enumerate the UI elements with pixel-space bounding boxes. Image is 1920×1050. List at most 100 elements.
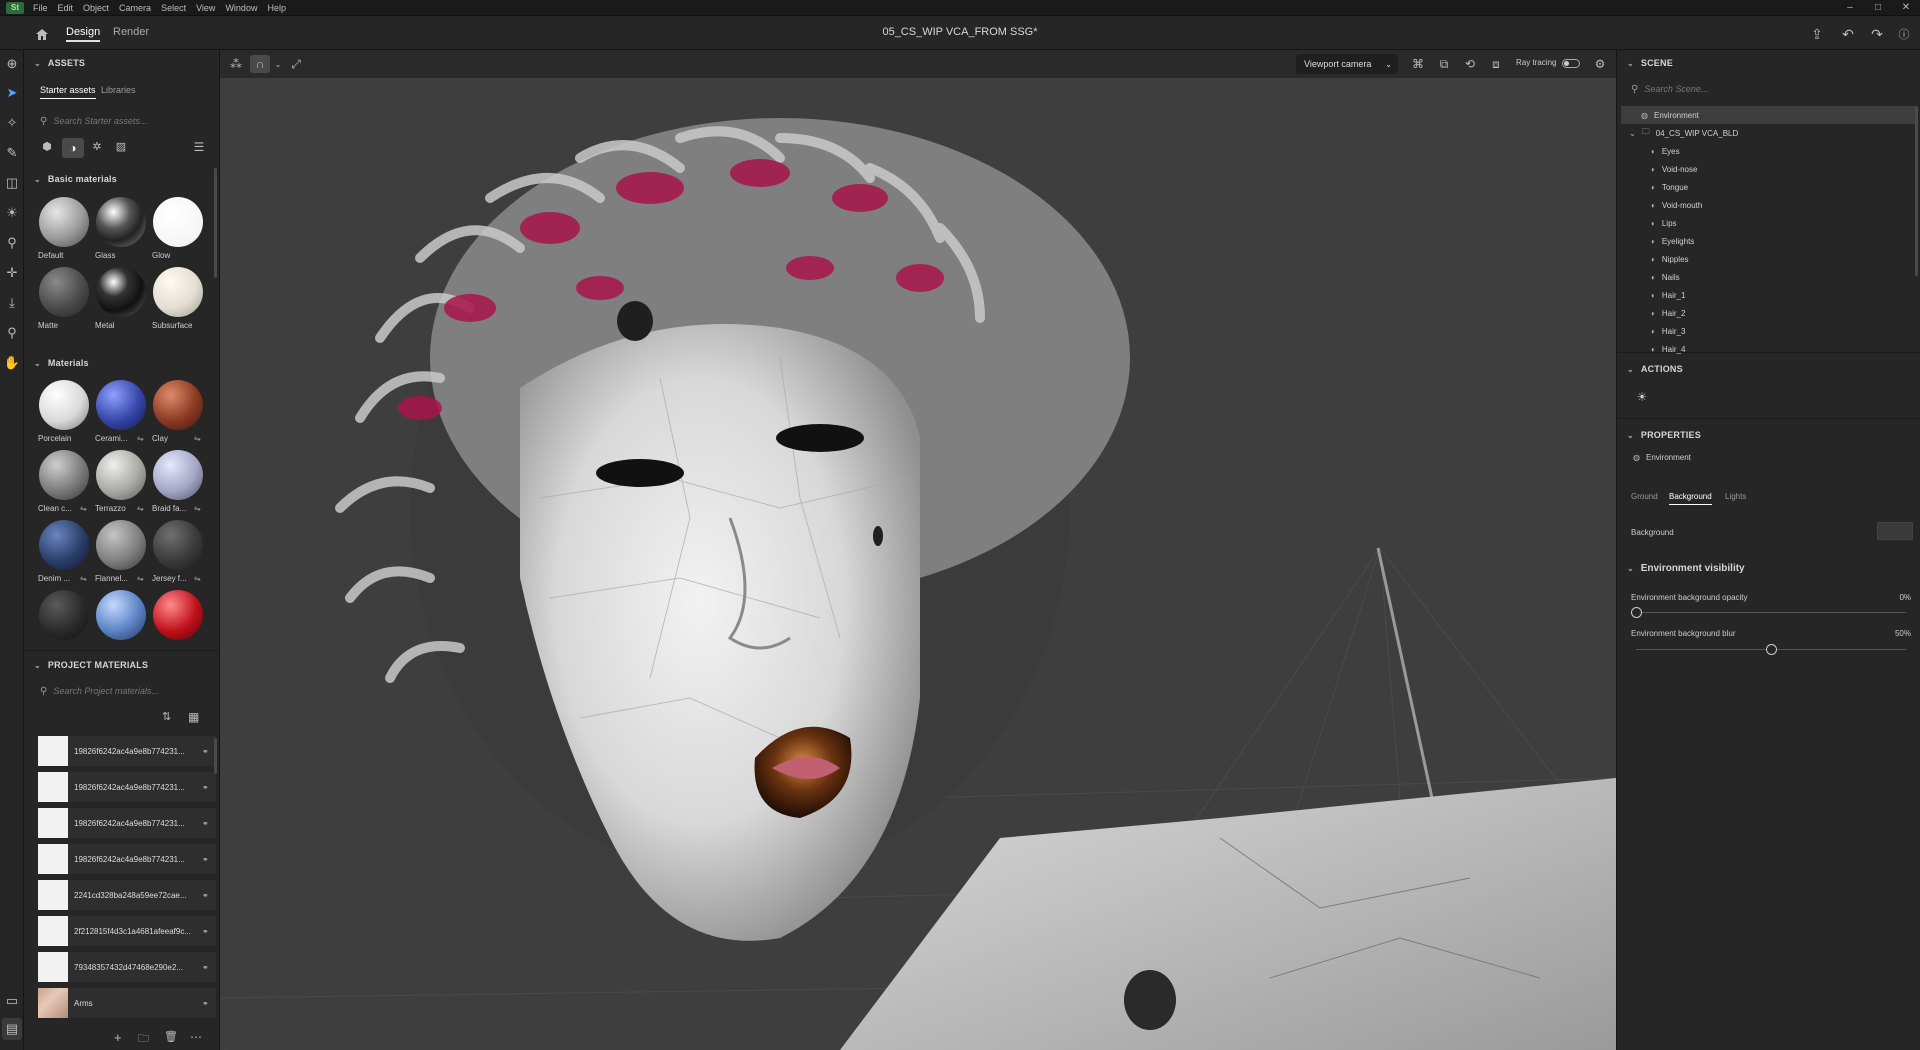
material-swatch[interactable] — [93, 588, 149, 656]
visibility-icon[interactable]: ◐ — [1651, 147, 1656, 156]
material-swatch[interactable]: Braid fa... ⇋ — [150, 448, 206, 516]
assets-header[interactable]: ⌄ ASSETS — [34, 58, 85, 68]
viewport-camera-select[interactable]: Viewport camera ⌄ — [1296, 54, 1398, 74]
tree-item-object[interactable]: ◐ Eyelights — [1651, 232, 1901, 250]
material-swatch[interactable]: Default — [36, 195, 92, 263]
redo-icon[interactable]: ↷ — [1866, 24, 1888, 44]
visibility-icon[interactable]: ◐ — [1651, 327, 1656, 336]
viewport-settings-icon[interactable]: ⚙ — [1590, 55, 1610, 73]
visibility-icon[interactable]: ◐ — [1651, 255, 1656, 264]
list-view-icon[interactable]: ☰ — [190, 140, 208, 158]
tree-item-object[interactable]: ◐ Nails — [1651, 268, 1901, 286]
visibility-icon[interactable]: ◐ — [1651, 183, 1656, 192]
tree-item-object[interactable]: ◐ Void-nose — [1651, 160, 1901, 178]
material-swatch[interactable]: Flannel... ⇋ — [93, 518, 149, 586]
blur-slider-knob[interactable] — [1766, 644, 1777, 655]
menu-view[interactable]: View — [191, 3, 220, 13]
snap-points-icon[interactable]: ⁂ — [226, 55, 246, 73]
add-icon[interactable]: ⊕ — [2, 53, 22, 75]
link-icon[interactable]: ⚭ — [202, 963, 216, 972]
home-icon[interactable] — [28, 24, 56, 44]
frame-icon[interactable]: ⧉ — [1434, 55, 1454, 73]
folder-icon[interactable]: 🗀 — [138, 1030, 149, 1049]
add-material-icon[interactable]: + — [114, 1030, 122, 1045]
render-preview-icon[interactable]: ⧈ — [1486, 55, 1506, 73]
images-filter-icon[interactable]: ▨ — [112, 140, 130, 158]
project-material-row[interactable]: 2241cd328ba248a59ee72cae... ⚭ — [38, 880, 216, 910]
menu-window[interactable]: Window — [220, 3, 262, 13]
sort-icon[interactable]: ⇅ — [162, 710, 171, 723]
material-swatch[interactable]: Clean c... ⇋ — [36, 448, 92, 516]
project-material-row[interactable]: 2f212815f4d3c1a4681afeeaf9c... ⚭ — [38, 916, 216, 946]
link-icon[interactable]: ⚭ — [202, 819, 216, 828]
scene-search[interactable]: ⚲ Search Scene... — [1631, 80, 1911, 98]
lights-filter-icon[interactable]: ✲ — [88, 140, 106, 158]
scene-header[interactable]: ⌄ SCENE — [1627, 58, 1673, 68]
material-swatch[interactable]: Glass — [93, 195, 149, 263]
menu-help[interactable]: Help — [262, 3, 291, 13]
minimize-icon[interactable]: – — [1836, 2, 1864, 13]
tree-item-group[interactable]: ⌄ 🗀 04_CS_WIP VCA_BLD — [1629, 124, 1909, 142]
sampler-icon[interactable]: ⚲ — [2, 232, 22, 254]
viewport-render[interactable] — [220, 78, 1616, 1050]
tree-item-object[interactable]: ◐ Hair_1 — [1651, 286, 1901, 304]
panel-toggle-icon[interactable]: ▭ — [2, 990, 22, 1012]
camera-bookmark-icon[interactable]: ⌘ — [1408, 55, 1428, 73]
assets-scrollbar[interactable] — [214, 168, 217, 278]
material-swatch[interactable]: Matte — [36, 265, 92, 333]
maximize-icon[interactable]: □ — [1864, 2, 1892, 13]
material-swatch[interactable]: Cerami... ⇋ — [93, 378, 149, 446]
tab-background[interactable]: Background — [1669, 492, 1712, 505]
material-swatch[interactable]: Jersey f... ⇋ — [150, 518, 206, 586]
project-scrollbar[interactable] — [214, 738, 217, 774]
ray-tracing-toggle[interactable] — [1562, 59, 1580, 68]
viewport[interactable]: ⁂ ∩ ⌄ ⤢ Viewport camera ⌄ ⌘ ⧉ ⟲ ⧈ Ray tra… — [220, 50, 1616, 1050]
pan-hand-icon[interactable]: ✋ — [2, 352, 22, 374]
drop-to-ground-icon[interactable]: ⤓ — [2, 292, 22, 314]
material-swatch[interactable]: Denim ... ⇋ — [36, 518, 92, 586]
material-swatch[interactable] — [150, 588, 206, 656]
opacity-slider-knob[interactable] — [1631, 607, 1642, 618]
link-icon[interactable]: ⚭ — [202, 855, 216, 864]
link-icon[interactable]: ⚭ — [202, 891, 216, 900]
share-icon[interactable]: ⇪ — [1806, 24, 1828, 44]
basic-materials-header[interactable]: ⌄ Basic materials — [34, 174, 117, 184]
zoom-icon[interactable]: ⚲ — [2, 322, 22, 344]
undo-icon[interactable]: ↶ — [1837, 24, 1859, 44]
project-material-row[interactable]: 19826f6242ac4a9e8b774231... ⚭ — [38, 844, 216, 874]
project-material-row[interactable]: 19826f6242ac4a9e8b774231... ⚭ — [38, 772, 216, 802]
tab-starter-assets[interactable]: Starter assets — [40, 85, 96, 99]
visibility-icon[interactable]: ◐ — [1651, 291, 1656, 300]
menu-object[interactable]: Object — [78, 3, 114, 13]
tab-libraries[interactable]: Libraries — [101, 85, 136, 95]
paint-brush-icon[interactable]: ✎ — [2, 142, 22, 164]
trash-icon[interactable]: 🗑 — [164, 1030, 178, 1043]
select-tool-icon[interactable]: ➤ — [2, 82, 22, 104]
environment-visibility-header[interactable]: ⌄ Environment visibility — [1627, 563, 1745, 574]
material-swatch[interactable] — [36, 588, 92, 656]
tree-item-object[interactable]: ◐ Lips — [1651, 214, 1901, 232]
project-materials-header[interactable]: ⌄ PROJECT MATERIALS — [34, 660, 148, 670]
material-swatch[interactable]: Subsurface — [150, 265, 206, 333]
help-icon[interactable]: ⓘ — [1893, 24, 1915, 44]
materials-header[interactable]: ⌄ Materials — [34, 358, 89, 368]
tree-item-object[interactable]: ◐ Hair_3 — [1651, 322, 1901, 340]
tab-lights[interactable]: Lights — [1725, 492, 1746, 501]
close-icon[interactable]: ✕ — [1892, 2, 1920, 13]
project-material-row[interactable]: Arms ⚭ — [38, 988, 216, 1018]
tab-design[interactable]: Design — [66, 24, 101, 42]
starter-assets-search[interactable]: ⚲ Search Starter assets... — [40, 112, 210, 130]
tab-render[interactable]: Render — [113, 24, 149, 40]
project-material-row[interactable]: 19826f6242ac4a9e8b774231... ⚭ — [38, 736, 216, 766]
project-material-row[interactable]: 19826f6242ac4a9e8b774231... ⚭ — [38, 808, 216, 838]
cube-icon[interactable]: ◫ — [2, 172, 22, 194]
background-color-swatch[interactable] — [1877, 522, 1913, 540]
orbit-icon[interactable]: ⟲ — [1460, 55, 1480, 73]
magic-wand-icon[interactable]: ✧ — [2, 112, 22, 134]
chevron-down-icon[interactable]: ⌄ — [268, 55, 288, 73]
assets-panel-icon[interactable]: ▤ — [2, 1018, 22, 1040]
actions-header[interactable]: ⌄ ACTIONS — [1627, 364, 1683, 374]
tree-item-object[interactable]: ◐ Hair_4 — [1651, 340, 1901, 358]
environment-light-action-icon[interactable]: ☀ — [1631, 390, 1653, 410]
visibility-icon[interactable]: ◐ — [1651, 309, 1656, 318]
